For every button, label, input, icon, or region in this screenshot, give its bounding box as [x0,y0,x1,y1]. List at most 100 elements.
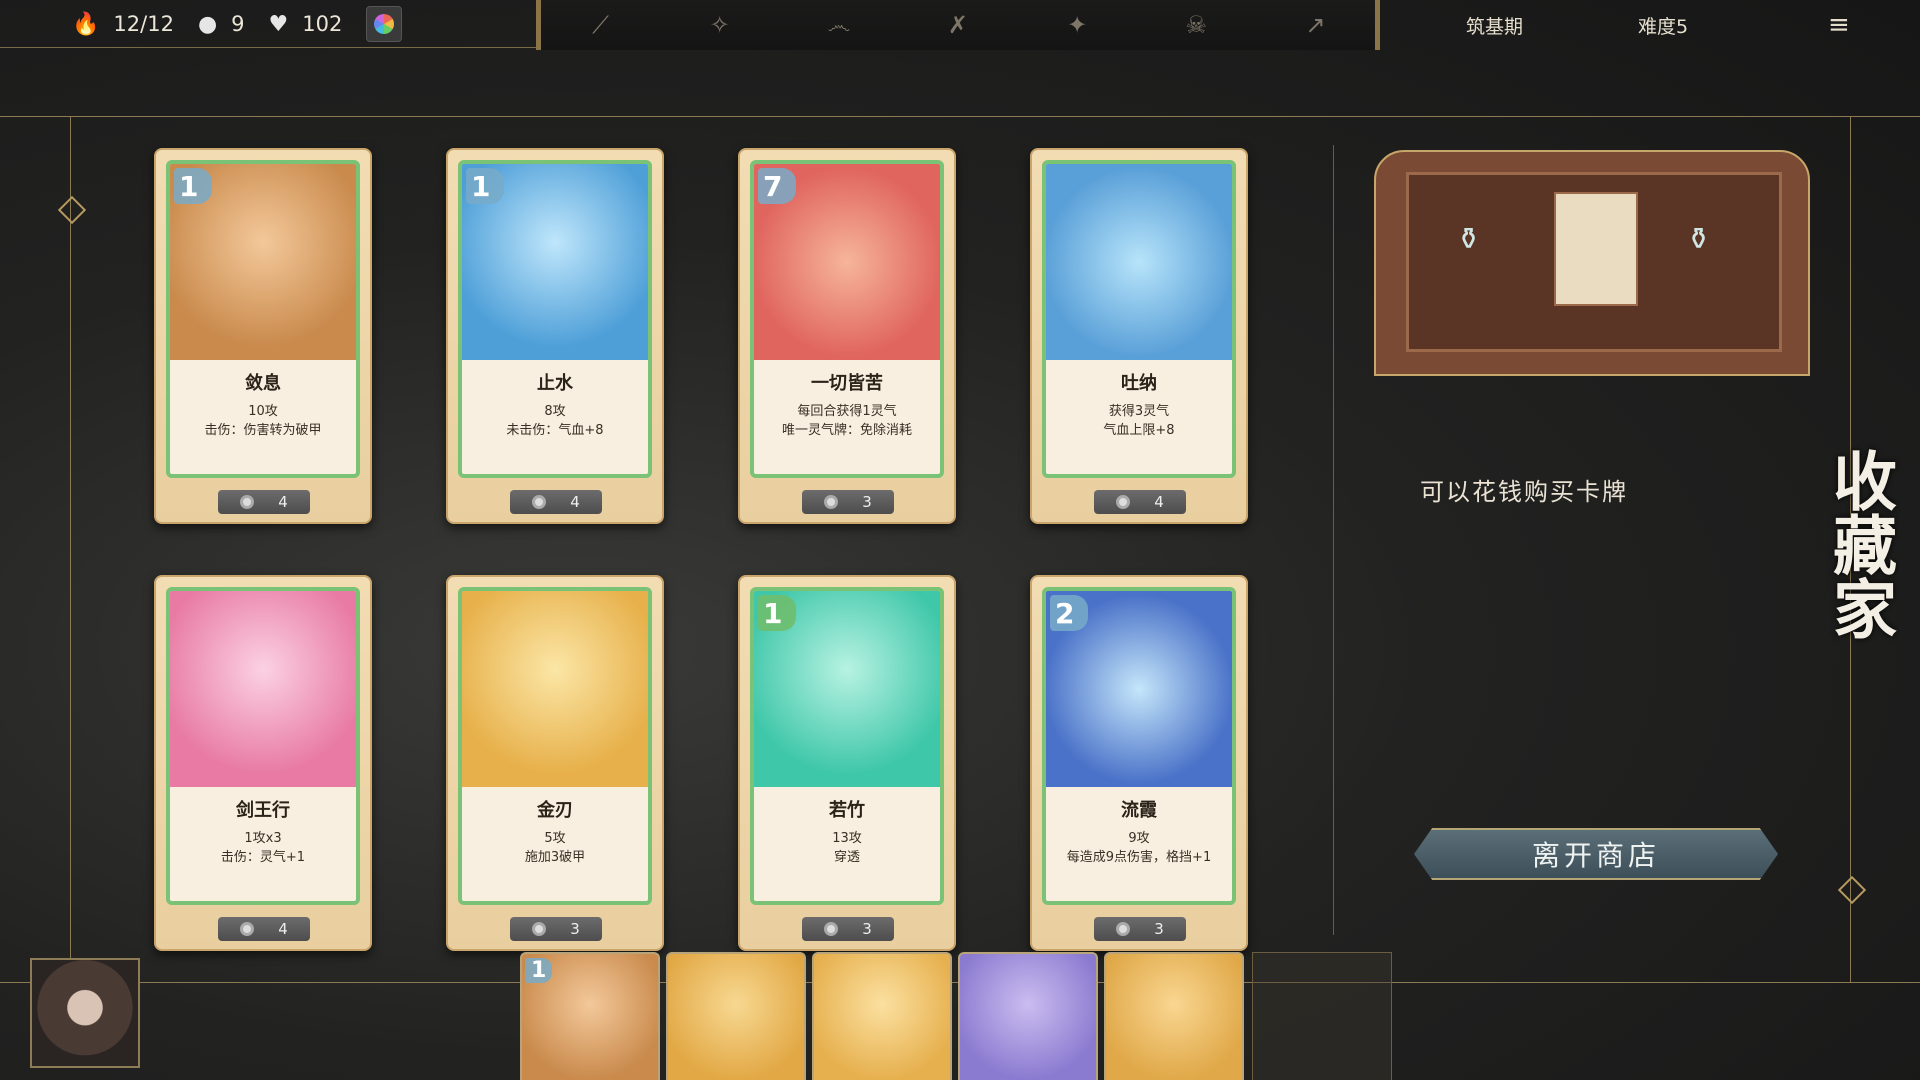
card-desc-line2: 击伤：伤害转为破甲 [204,423,322,438]
card-desc-line1: 5攻 [544,831,566,846]
coin-icon [532,922,547,936]
card-desc-line2: 气血上限+8 [1103,423,1175,438]
card-desc-line1: 10攻 [248,404,278,419]
card-face: 2 流霞 9攻每造成9点伤害，格挡+1 [1042,587,1236,905]
price-tag: 4 [218,490,310,514]
hp-stat: ♥ 102 [269,12,343,37]
card-desc-line1: 1攻x3 [244,831,282,846]
card-name: 若竹 [829,800,865,821]
shop-card-5[interactable]: 剑王行 1攻x3 击伤：灵气+1 4 [154,575,372,951]
price-value: 4 [278,920,288,938]
coin-icon [240,495,255,509]
card-art [1046,164,1232,360]
price-tag: 4 [510,490,602,514]
top-bar: 🔥 12/12 ● 9 ♥ 102 ⟋ ✧ ෴ ✗ ✦ ☠ ↗ 筑基期 难度5 ≡ [0,0,1920,50]
character-portrait[interactable] [30,958,140,1068]
card-face: 吐纳 获得3灵气 气血上限+8 [1042,160,1236,478]
card-name: 吐纳 [1121,373,1157,394]
painting-icon [1554,192,1638,306]
skull-icon[interactable]: ☠ [1176,11,1216,39]
coin-icon: ● [197,11,218,37]
card-face: 1 止水 8攻 未击伤：气血+8 [458,160,652,478]
coin-icon [1116,922,1131,936]
hand-card-2[interactable] [666,952,806,1080]
heart-icon: ♥ [268,11,289,37]
hp-value: 102 [302,12,343,36]
left-frame-line [70,116,71,982]
card-name: 流霞 [1121,800,1157,821]
card-desc-line2: 穿透 [833,850,860,865]
element-wheel-button[interactable] [366,6,403,42]
card-desc-line1: 9攻 [1128,831,1150,846]
shop-title: 收藏家 [1822,448,1897,640]
left-diamond-ornament [57,195,87,225]
sword-icon[interactable]: ⟋ [581,11,621,39]
shop-card-6[interactable]: 金刃 5攻施加3破甲 3 [446,575,664,951]
card-desc-line1: 13攻 [832,831,862,846]
card-desc-line2: 击伤：灵气+1 [220,850,306,865]
card-face: 7 一切皆苦 每回合获得1灵气 唯一灵气牌：免除消耗 [750,160,944,478]
card-face: 金刃 5攻施加3破甲 [458,587,652,905]
card-desc: 1攻x3 击伤：灵气+1 [176,829,350,867]
price-value: 3 [862,920,872,938]
flame-icon: 🔥 [72,11,100,37]
price-value: 4 [570,493,580,511]
right-info: 筑基期 难度5 ≡ [1380,0,1920,50]
card-cost: 1 [174,168,212,204]
card-cost: 2 [1050,595,1088,631]
price-value: 3 [1154,920,1164,938]
price-tag: 3 [802,490,894,514]
shop-card-7[interactable]: 1 若竹 13攻 穿透 3 [738,575,956,951]
price-tag: 4 [218,917,310,941]
card-desc: 13攻穿透 [760,829,934,867]
card-desc-line2: 施加3破甲 [524,850,586,865]
hand-card-5[interactable] [1104,952,1244,1080]
card-cost: 7 [758,168,796,204]
price-tag: 3 [510,917,602,941]
coin-icon [240,922,255,936]
price-value: 4 [278,493,288,511]
card-desc-line2: 每造成9点伤害，格挡+1 [1066,850,1212,865]
difficulty-label: 难度5 [1638,15,1689,38]
card-desc: 每回合获得1灵气 唯一灵气牌：免除消耗 [760,402,934,440]
card-cost: 1 [466,168,504,204]
price-tag: 4 [1094,490,1186,514]
category-icon-bar: ⟋ ✧ ෴ ✗ ✦ ☠ ↗ [536,0,1380,50]
sparkle-icon[interactable]: ✧ [700,11,740,39]
hand-card-1[interactable]: 1 [520,952,660,1080]
right-diamond-ornament [1837,875,1867,905]
hand-card-3[interactable] [812,952,952,1080]
coin-stat: ● 9 [198,12,245,37]
shop-card-8[interactable]: 2 流霞 9攻每造成9点伤害，格挡+1 3 [1030,575,1248,951]
empty-hand-slot[interactable] [1252,952,1392,1080]
star-burst-icon[interactable]: ✦ [1057,11,1097,39]
spiral-icon[interactable]: ෴ [819,11,859,39]
hand-card-4[interactable] [958,952,1098,1080]
hand-card-cost: 1 [525,958,553,983]
shop-card-2[interactable]: 1 止水 8攻 未击伤：气血+8 4 [446,148,664,524]
coin-icon [824,495,839,509]
price-value: 3 [570,920,580,938]
coin-value: 9 [231,12,245,36]
card-name: 金刃 [537,800,573,821]
card-desc-line1: 每回合获得1灵气 [797,404,897,419]
card-name: 剑王行 [236,800,290,821]
leave-shop-button[interactable]: 离开商店 [1414,828,1778,880]
top-divider [0,47,536,48]
price-tag: 3 [1094,917,1186,941]
shop-hint: 可以花钱购买卡牌 [1420,478,1628,506]
card-desc: 9攻每造成9点伤害，格挡+1 [1052,829,1226,867]
menu-icon[interactable]: ≡ [1828,10,1850,40]
vase-icon: ⚱ [1456,222,1482,257]
shop-card-4[interactable]: 吐纳 获得3灵气 气血上限+8 4 [1030,148,1248,524]
element-wheel-icon [374,14,395,34]
shop-card-1[interactable]: 1 敛息 10攻 击伤：伤害转为破甲 4 [154,148,372,524]
price-value: 3 [862,493,872,511]
energy-stat: 🔥 12/12 [72,12,174,37]
card-desc: 10攻击伤：伤害转为破甲 [176,402,350,440]
card-face: 1 若竹 13攻 穿透 [750,587,944,905]
rising-arrow-icon[interactable]: ↗ [1295,11,1335,39]
shop-card-3[interactable]: 7 一切皆苦 每回合获得1灵气 唯一灵气牌：免除消耗 3 [738,148,956,524]
crossed-swords-icon[interactable]: ✗ [938,11,978,39]
coin-icon [1116,495,1131,509]
